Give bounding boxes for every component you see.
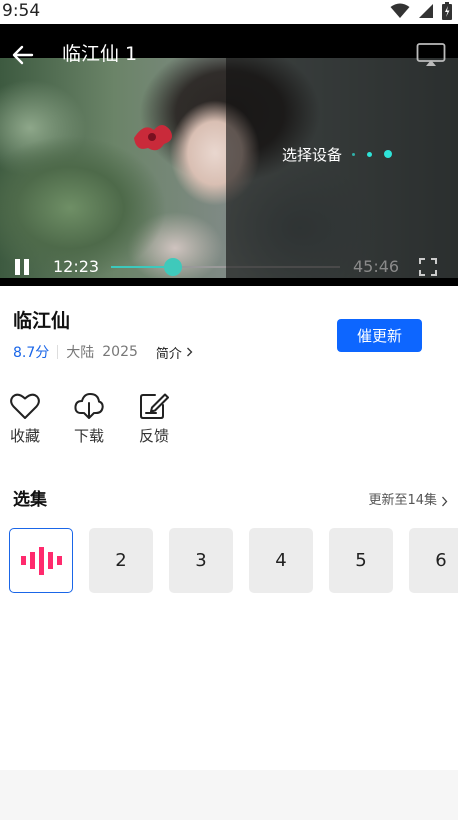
player-controls: 12:23 45:46 — [0, 252, 458, 282]
status-bar: 9:54 — [0, 0, 458, 24]
region-label: 大陆 — [66, 345, 95, 361]
eq-bar — [56, 556, 62, 565]
back-arrow-icon[interactable] — [10, 42, 36, 68]
current-time: 12:23 — [53, 257, 100, 276]
wifi-icon — [390, 3, 410, 18]
loading-dot — [384, 150, 392, 158]
episode-item[interactable]: 6 — [409, 528, 458, 593]
episodes-header: 选集 — [13, 490, 47, 510]
pause-icon-bar — [15, 259, 20, 275]
intro-link[interactable]: 简介 — [156, 343, 193, 362]
loading-dot — [367, 151, 372, 157]
status-time: 9:54 — [2, 1, 41, 21]
meta-divider — [57, 345, 59, 359]
video-title: 临江仙 1 — [62, 43, 138, 65]
progress-slider[interactable] — [111, 258, 340, 276]
cast-screen-icon[interactable] — [416, 42, 446, 68]
progress-thumb[interactable] — [163, 258, 182, 276]
fullscreen-icon[interactable] — [419, 258, 437, 276]
download-button[interactable]: 下载 — [65, 392, 113, 448]
episode-item[interactable]: 3 — [169, 528, 233, 593]
loading-dot — [352, 152, 355, 156]
feedback-button[interactable]: 反馈 — [130, 392, 178, 448]
feedback-label: 反馈 — [138, 427, 169, 445]
flower-decoration — [134, 125, 172, 151]
update-info-label: 更新至14集 — [368, 493, 437, 508]
video-frame[interactable] — [0, 58, 458, 278]
show-meta: 8.7分 大陆 2025 简介 — [13, 342, 193, 362]
pause-icon-bar — [24, 259, 29, 275]
episode-item[interactable]: 2 — [89, 528, 153, 593]
year-label: 2025 — [102, 344, 138, 360]
bottom-area — [0, 770, 458, 820]
episode-update-link[interactable]: 更新至14集 — [368, 492, 448, 510]
playing-bars-icon — [20, 546, 62, 576]
episode-item[interactable]: 4 — [249, 528, 313, 593]
chevron-right-icon — [442, 496, 448, 506]
total-time: 45:46 — [353, 257, 400, 276]
cast-overlay — [226, 58, 458, 278]
eq-bar — [29, 552, 35, 569]
show-title: 临江仙 — [13, 310, 71, 332]
eq-bar — [38, 546, 44, 575]
favorite-label: 收藏 — [9, 427, 40, 445]
eq-bar — [20, 556, 26, 565]
cast-searching-dots — [352, 150, 392, 158]
episode-list: 2 3 4 5 6 — [9, 528, 458, 593]
signal-icon — [419, 4, 433, 18]
episode-item[interactable]: 5 — [329, 528, 393, 593]
action-row: 收藏 下载 反馈 — [0, 392, 220, 452]
battery-icon — [442, 2, 452, 20]
download-icon — [74, 392, 104, 419]
rating-score: 8.7分 — [13, 345, 50, 361]
cast-device-label[interactable]: 选择设备 — [282, 145, 342, 165]
video-player[interactable]: 临江仙 1 选择设备 12:23 45:46 — [0, 24, 458, 286]
download-label: 下载 — [73, 427, 104, 445]
favorite-button[interactable]: 收藏 — [1, 392, 49, 448]
intro-label: 简介 — [155, 346, 182, 362]
edit-icon — [140, 393, 169, 419]
remind-update-button[interactable]: 催更新 — [337, 319, 422, 352]
episode-item-current[interactable] — [9, 528, 73, 593]
heart-icon — [10, 393, 40, 419]
eq-bar — [47, 552, 53, 569]
pause-button[interactable] — [14, 259, 30, 275]
chevron-right-icon — [186, 347, 193, 357]
status-icons — [390, 2, 452, 20]
